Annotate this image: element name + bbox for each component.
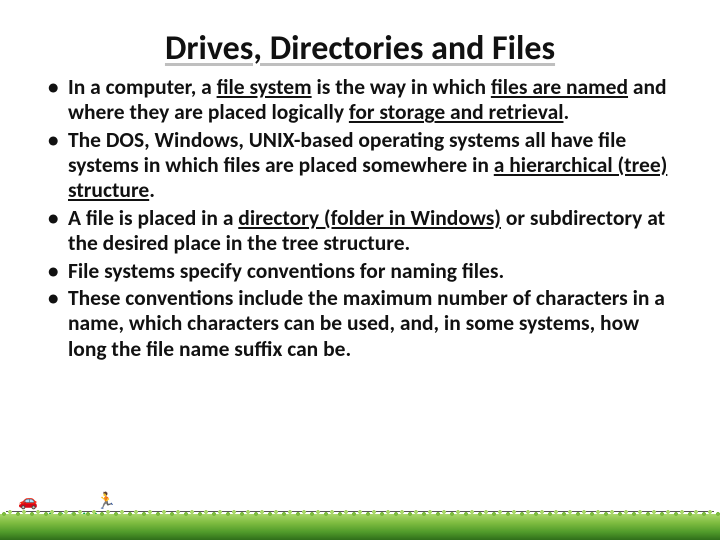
bullet-item: These conventions include the maximum nu… <box>40 286 680 362</box>
underline-text: for storage and retrieval <box>349 99 564 125</box>
slide: Drives, Directories and Files In a compu… <box>0 0 720 540</box>
text: . <box>563 99 569 125</box>
underline-text: directory (folder in Windows) <box>238 205 501 231</box>
bullet-item: A file is placed in a directory (folder … <box>40 206 680 257</box>
text: In a computer, a <box>68 74 217 100</box>
text: These conventions include the maximum nu… <box>68 285 665 362</box>
slide-body: In a computer, a file system is the way … <box>0 71 720 362</box>
text: . <box>149 177 155 203</box>
bullet-list: In a computer, a file system is the way … <box>40 75 680 362</box>
text: A file is placed in a <box>68 205 238 231</box>
text: File systems specify conventions for nam… <box>68 258 504 284</box>
bullet-item: File systems specify conventions for nam… <box>40 259 680 284</box>
grass-strip <box>0 514 720 540</box>
bullet-item: The DOS, Windows, UNIX-based operating s… <box>40 128 680 204</box>
bullet-item: In a computer, a file system is the way … <box>40 75 680 126</box>
underline-text: file system <box>217 74 312 100</box>
text: is the way in which <box>312 74 491 100</box>
slide-title: Drives, Directories and Files <box>0 0 720 71</box>
underline-text: files are named <box>491 74 628 100</box>
footer-decoration: 🚗 🏃 🌲🌲🌲🌲🌲 <box>0 496 720 540</box>
